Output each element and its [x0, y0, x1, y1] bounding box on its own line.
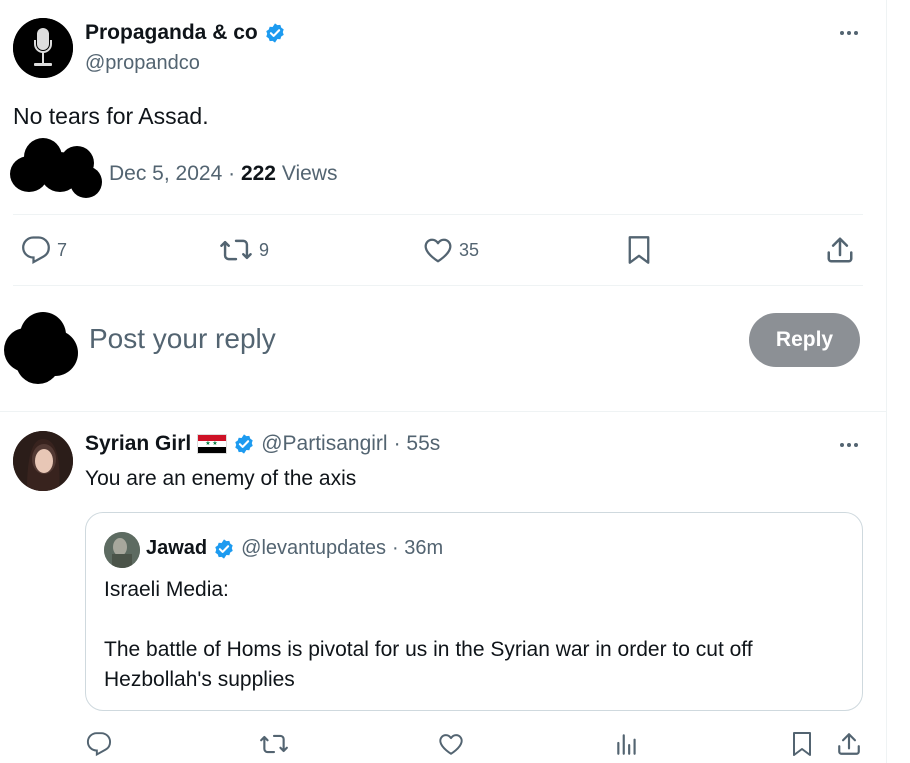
- bookmark-icon: [628, 236, 650, 264]
- share-action[interactable]: [825, 235, 855, 265]
- column-border: [886, 0, 887, 763]
- reply-author-name[interactable]: Syrian Girl: [85, 432, 191, 456]
- divider: [0, 411, 886, 412]
- heart-icon: [439, 734, 463, 755]
- like-count: 35: [459, 239, 480, 260]
- views-count: 222: [240, 162, 276, 185]
- quoted-post[interactable]: Jawad @levantupdates · 36m Israeli Media…: [85, 512, 863, 711]
- reply-action[interactable]: 7: [21, 235, 67, 265]
- quote-author-row: Jawad @levantupdates · 36m: [146, 537, 443, 560]
- repost-icon: [260, 734, 288, 754]
- post-text: No tears for Assad.: [13, 103, 209, 129]
- author-handle[interactable]: @propandco: [85, 52, 200, 75]
- like-action[interactable]: 35: [423, 235, 479, 265]
- reply-button[interactable]: Reply: [749, 313, 860, 367]
- quote-text: Israeli Media: The battle of Homs is piv…: [104, 575, 849, 695]
- avatar-photo: [104, 532, 140, 568]
- syria-flag-icon: ★ ★: [197, 434, 228, 454]
- reply-author-handle[interactable]: @Partisangirl: [261, 432, 387, 456]
- analytics-action[interactable]: [614, 731, 640, 757]
- quote-text-line: Israeli Media:: [104, 578, 229, 601]
- more-options-icon[interactable]: [834, 435, 864, 455]
- quote-author-name: Jawad: [146, 537, 208, 559]
- bookmark-action[interactable]: [625, 235, 653, 265]
- views-label: Views: [281, 162, 338, 185]
- quote-time: · 36m: [392, 537, 444, 559]
- author-avatar[interactable]: [13, 18, 73, 78]
- reply-text: You are an enemy of the axis: [85, 467, 357, 490]
- verified-badge-icon: [265, 23, 284, 43]
- microphone-icon: [13, 18, 73, 78]
- reply-time[interactable]: · 55s: [394, 432, 441, 456]
- share-icon: [827, 237, 853, 263]
- bookmark-action[interactable]: [790, 731, 814, 757]
- author-name[interactable]: Propaganda & co: [85, 21, 258, 45]
- comment-icon: [22, 236, 50, 264]
- share-icon: [838, 733, 860, 755]
- divider: [13, 214, 863, 215]
- redacted-avatars: [10, 138, 105, 200]
- repost-action[interactable]: 9: [219, 235, 269, 265]
- verified-badge-icon: [215, 538, 233, 559]
- reply-input[interactable]: Post your reply: [89, 323, 276, 355]
- like-action[interactable]: [438, 731, 464, 757]
- repost-icon: [220, 239, 252, 261]
- more-options-icon[interactable]: [834, 23, 864, 43]
- verified-badge-icon: [235, 434, 253, 454]
- heart-icon: [424, 238, 452, 263]
- reply-count: 7: [57, 239, 68, 260]
- author-name-row[interactable]: Propaganda & co: [85, 21, 286, 45]
- reply-author-row: Syrian Girl ★ ★ @Partisangirl · 55s: [85, 432, 440, 456]
- quote-author-handle: @levantupdates: [241, 537, 386, 559]
- comment-icon: [86, 732, 112, 757]
- share-action[interactable]: [836, 731, 862, 757]
- quote-author-avatar: [104, 532, 140, 568]
- repost-action[interactable]: [259, 731, 289, 757]
- analytics-icon: [617, 734, 636, 755]
- meta-separator: ·: [228, 162, 236, 185]
- quote-text-line: The battle of Homs is pivotal for us in …: [104, 638, 753, 691]
- reply-author-avatar[interactable]: [13, 431, 73, 491]
- post-meta: Dec 5, 2024 · 222 Views: [109, 162, 337, 186]
- reply-action[interactable]: [86, 731, 112, 757]
- redacted-user-avatar: [4, 310, 80, 386]
- post-date[interactable]: Dec 5, 2024: [109, 162, 222, 185]
- bookmark-icon: [793, 732, 811, 756]
- divider: [13, 285, 863, 286]
- repost-count: 9: [259, 239, 270, 260]
- avatar-photo: [13, 431, 73, 491]
